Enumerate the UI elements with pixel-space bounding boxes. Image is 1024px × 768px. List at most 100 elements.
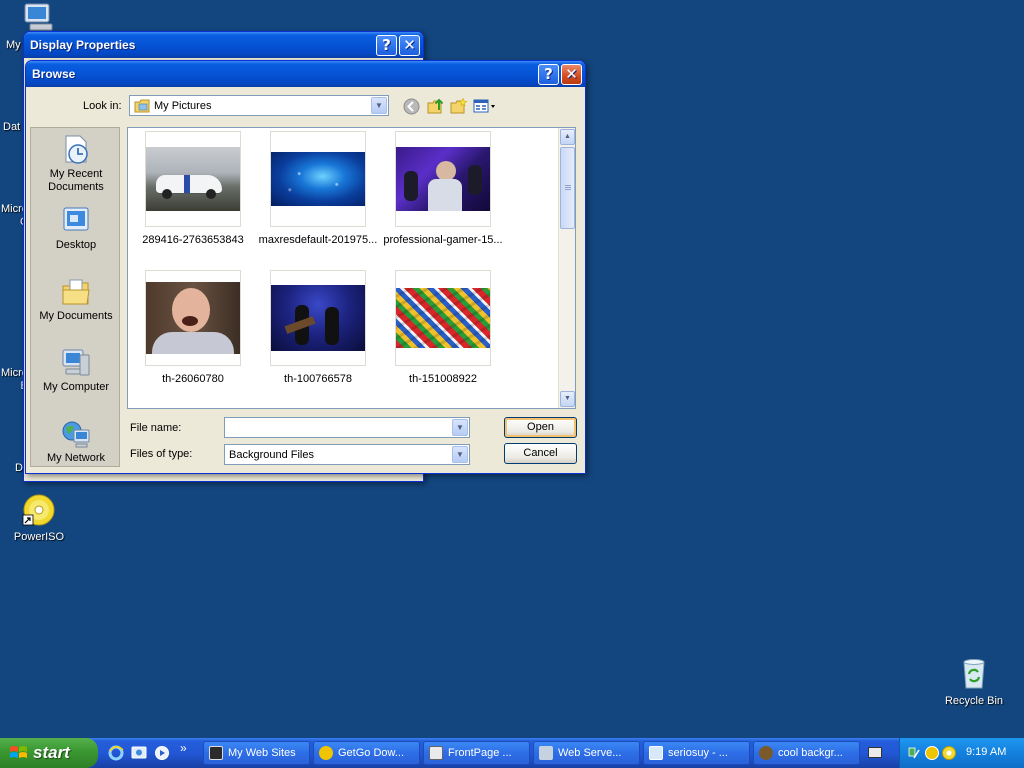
- start-button[interactable]: start: [0, 738, 98, 768]
- display-properties-close-button[interactable]: ✕: [399, 35, 420, 56]
- task-label: FrontPage ...: [448, 747, 512, 759]
- close-icon: ✕: [565, 65, 578, 83]
- thumbnail-image-concert: [271, 285, 365, 351]
- help-icon: ?: [544, 65, 553, 83]
- scroll-down-button[interactable]: ▼: [560, 391, 575, 407]
- scroll-thumb[interactable]: [560, 147, 575, 229]
- task-label: My Web Sites: [228, 747, 296, 759]
- files-of-type-dropdown[interactable]: Background Files ▼: [224, 444, 470, 465]
- file-name: th-26060780: [162, 373, 224, 385]
- browse-titlebar[interactable]: Browse ? ✕: [26, 61, 585, 87]
- start-label: start: [33, 743, 70, 762]
- getgo-icon: [319, 746, 333, 760]
- task-label: GetGo Dow...: [338, 747, 405, 759]
- recent-documents-icon: [60, 134, 92, 166]
- chevron-down-icon[interactable]: ▼: [452, 446, 468, 463]
- look-in-value: My Pictures: [154, 99, 212, 112]
- browse-close-button[interactable]: ✕: [561, 64, 582, 85]
- file-list-scrollbar[interactable]: ▲ ▼: [558, 128, 575, 408]
- task-web-server[interactable]: Web Serve...: [533, 741, 640, 765]
- keyboard-icon[interactable]: [868, 747, 882, 758]
- file-thumbnail[interactable]: th-26060780: [131, 270, 255, 385]
- my-computer-icon: [24, 3, 53, 31]
- files-of-type-value: Background Files: [229, 448, 314, 461]
- desktop-label-my: My: [6, 39, 21, 51]
- recycle-bin-icon: [957, 657, 991, 691]
- clock: 9:19 AM: [966, 746, 1007, 758]
- place-my-computer[interactable]: My Computer: [31, 347, 121, 394]
- poweriso-icon: [22, 493, 56, 527]
- task-label: Web Serve...: [558, 747, 622, 759]
- close-icon: ✕: [403, 36, 416, 54]
- my-network-icon: [60, 418, 92, 450]
- file-name: 289416-2763653843: [142, 234, 244, 246]
- thumbnail-image-car: [146, 147, 240, 211]
- display-properties-title: Display Properties: [30, 38, 136, 52]
- file-name: th-151008922: [409, 373, 477, 385]
- my-documents-icon: [60, 276, 92, 308]
- windows-flag-icon: [10, 746, 27, 758]
- task-my-web-sites[interactable]: My Web Sites: [203, 741, 310, 765]
- place-label: My Recent Documents: [48, 168, 104, 193]
- quick-launch-media-player[interactable]: [154, 745, 170, 761]
- network-tray-icon[interactable]: [908, 746, 920, 760]
- browse-dialog: Browse ? ✕ Look in: My Pictures ▼ My Rec…: [25, 60, 586, 474]
- new-folder-icon: [450, 97, 468, 114]
- camera-folder-icon: [209, 746, 223, 760]
- quick-launch-show-desktop[interactable]: [131, 745, 147, 761]
- display-properties-titlebar[interactable]: Display Properties ? ✕: [24, 32, 423, 58]
- task-label: seriosuy - ...: [668, 747, 728, 759]
- place-label: My Documents: [39, 310, 113, 322]
- desktop-icon: [60, 205, 92, 237]
- desktop-icon-recycle-bin[interactable]: Recycle Bin: [935, 657, 1013, 707]
- browse-help-button[interactable]: ?: [538, 64, 559, 85]
- task-getgo[interactable]: GetGo Dow...: [313, 741, 420, 765]
- desktop-icon-poweriso[interactable]: PowerISO: [0, 493, 78, 543]
- back-button[interactable]: [403, 98, 420, 115]
- chevron-down-icon[interactable]: ▼: [452, 419, 468, 436]
- file-name: maxresdefault-201975...: [258, 234, 378, 246]
- place-my-documents[interactable]: My Documents: [31, 276, 121, 323]
- views-grid-icon: [473, 99, 495, 113]
- back-arrow-icon: [403, 98, 420, 115]
- places-bar: My Recent Documents Desktop My Documents…: [30, 127, 120, 467]
- task-frontpage[interactable]: FrontPage ...: [423, 741, 530, 765]
- disc-tray-icon[interactable]: [942, 746, 956, 760]
- file-thumbnail[interactable]: th-151008922: [381, 270, 505, 385]
- web-server-icon: [539, 746, 553, 760]
- file-thumbnail[interactable]: professional-gamer-15...: [381, 131, 505, 246]
- file-name-input[interactable]: ▼: [224, 417, 470, 438]
- task-cool-backgrounds[interactable]: cool backgr...: [753, 741, 860, 765]
- quick-launch-overflow[interactable]: »: [180, 741, 187, 755]
- file-thumbnail[interactable]: maxresdefault-201975...: [256, 131, 380, 246]
- quick-launch-internet-explorer[interactable]: [108, 745, 124, 761]
- up-one-level-button[interactable]: [427, 97, 445, 115]
- views-menu-button[interactable]: [473, 98, 497, 115]
- file-thumbnail[interactable]: th-100766578: [256, 270, 380, 385]
- file-list[interactable]: 289416-2763653843 maxresdefault-201975..…: [127, 127, 576, 409]
- new-folder-button[interactable]: [450, 97, 468, 115]
- place-desktop[interactable]: Desktop: [31, 205, 121, 252]
- cancel-button[interactable]: Cancel: [504, 443, 577, 464]
- scroll-up-button[interactable]: ▲: [560, 129, 575, 145]
- look-in-dropdown[interactable]: My Pictures ▼: [129, 95, 389, 116]
- file-name: th-100766578: [284, 373, 352, 385]
- files-of-type-label: Files of type:: [130, 448, 193, 460]
- task-label: cool backgr...: [778, 747, 843, 759]
- desktop-label-d: D: [15, 462, 23, 474]
- getgo-tray-icon[interactable]: [925, 746, 939, 760]
- open-button[interactable]: Open: [504, 417, 577, 438]
- chevron-down-icon[interactable]: ▼: [371, 97, 387, 114]
- place-label: My Computer: [42, 381, 110, 393]
- task-seriosuy[interactable]: seriosuy - ...: [643, 741, 750, 765]
- place-my-network[interactable]: My Network: [31, 418, 121, 465]
- recycle-bin-label: Recycle Bin: [944, 695, 1004, 707]
- help-icon: ?: [382, 36, 391, 54]
- look-in-label: Look in:: [83, 100, 122, 112]
- system-tray: 9:19 AM: [899, 738, 1024, 768]
- file-thumbnail[interactable]: 289416-2763653843: [131, 131, 255, 246]
- place-my-recent-documents[interactable]: My Recent Documents: [31, 134, 121, 194]
- file-name-label: File name:: [130, 422, 182, 434]
- display-properties-help-button[interactable]: ?: [376, 35, 397, 56]
- desktop-icon-my-computer[interactable]: [22, 2, 56, 34]
